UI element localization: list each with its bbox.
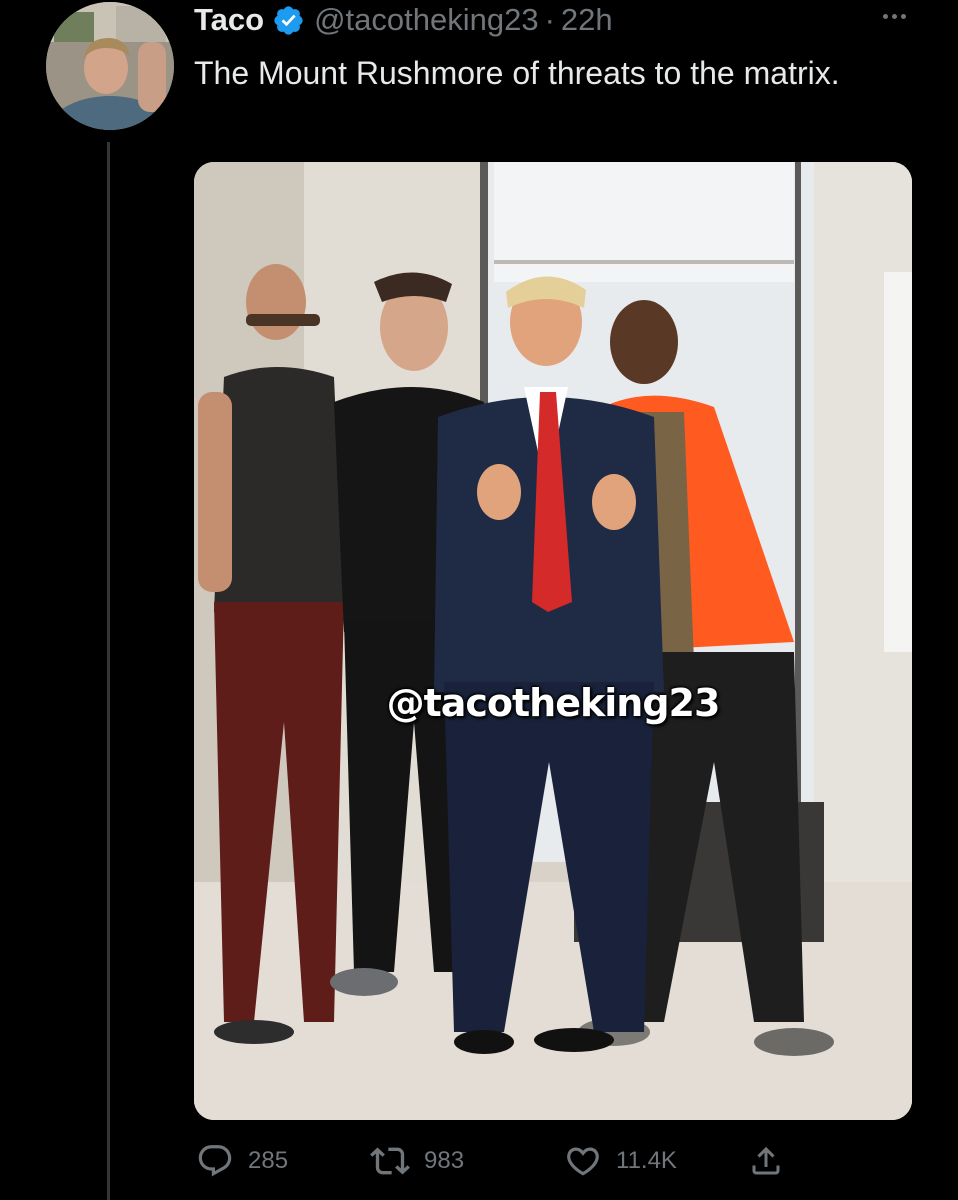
user-handle[interactable]: @tacotheking23	[314, 2, 539, 38]
tweet-media-image[interactable]: @tacotheking23	[194, 162, 912, 1120]
more-options-icon[interactable]	[872, 6, 916, 26]
media-watermark-text: @tacotheking23	[386, 681, 721, 725]
retweet-icon	[370, 1141, 410, 1181]
like-button[interactable]: 11.4K	[564, 1141, 677, 1181]
reply-count: 285	[248, 1147, 289, 1174]
avatar[interactable]	[46, 2, 174, 130]
more-dot	[891, 13, 897, 19]
more-dot	[900, 13, 906, 19]
timestamp[interactable]: 22h	[561, 2, 613, 38]
more-dot	[882, 13, 888, 19]
retweet-button[interactable]: 983	[370, 1141, 464, 1181]
retweet-count: 983	[424, 1147, 465, 1174]
tweet-actions-bar: 285 983 11.4K	[0, 1141, 958, 1181]
reply-button[interactable]: 285	[196, 1141, 288, 1181]
tweet-text: The Mount Rushmore of threats to the mat…	[194, 55, 840, 91]
reply-icon	[196, 1142, 234, 1180]
share-button[interactable]	[748, 1141, 784, 1181]
tweet-header: Taco @tacotheking23 · 22h	[194, 0, 613, 40]
thread-line	[107, 142, 110, 1200]
separator-dot: ·	[544, 2, 555, 37]
avatar-image	[46, 2, 174, 130]
share-icon	[748, 1143, 784, 1179]
verified-badge-icon	[272, 4, 305, 37]
photo-illustration	[194, 162, 912, 1120]
display-name[interactable]: Taco	[194, 2, 264, 38]
like-count: 11.4K	[616, 1147, 677, 1174]
heart-icon	[564, 1142, 602, 1180]
